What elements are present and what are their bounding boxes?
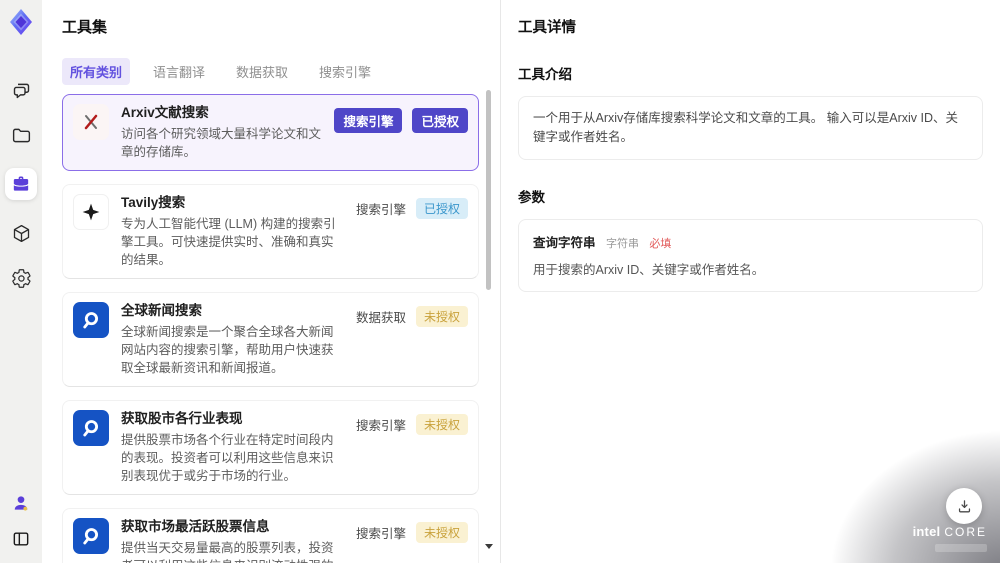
sidebar-bottom bbox=[9, 491, 33, 551]
param-box: 查询字符串 字符串 必填 用于搜索的Arxiv ID、关键字或作者姓名。 bbox=[518, 219, 983, 292]
category-badge: 搜索引擎 bbox=[355, 419, 406, 433]
param-required-badge: 必填 bbox=[649, 238, 672, 250]
category-tabs: 所有类别 语言翻译 数据获取 搜索引擎 bbox=[62, 58, 500, 85]
sidebar-nav bbox=[5, 78, 37, 290]
folder-icon[interactable] bbox=[9, 123, 33, 147]
sidebar bbox=[0, 0, 42, 563]
auth-status-badge: 未授权 bbox=[415, 522, 468, 543]
intro-text: 一个用于从Arxiv存储库搜索科学论文和文章的工具。 输入可以是Arxiv ID… bbox=[533, 111, 959, 144]
panel-toggle-icon[interactable] bbox=[9, 527, 33, 551]
cube-icon[interactable] bbox=[9, 221, 33, 245]
settings-gear-icon[interactable] bbox=[9, 266, 33, 290]
user-avatar-icon[interactable] bbox=[9, 491, 33, 515]
tool-description: 提供股票市场各个行业在特定时间段内的表现。投资者可以利用这些信息来识别表现优于或… bbox=[121, 433, 334, 483]
tool-icon bbox=[73, 104, 109, 140]
tool-name: Tavily搜索 bbox=[121, 195, 186, 210]
tool-icon bbox=[73, 410, 109, 446]
chat-icon[interactable] bbox=[9, 78, 33, 102]
category-tab[interactable]: 数据获取 bbox=[228, 58, 296, 85]
tool-list-panel: 工具集 所有类别 语言翻译 数据获取 搜索引擎 Arxiv文献搜索 访问各个研究领域大… bbox=[42, 0, 500, 563]
category-tab[interactable]: 搜索引擎 bbox=[311, 58, 379, 85]
tool-description: 访问各个研究领域大量科学论文和文章的存储库。 bbox=[121, 127, 322, 159]
category-tab[interactable]: 语言翻译 bbox=[145, 58, 213, 85]
toolbox-icon[interactable] bbox=[5, 168, 37, 200]
tool-card[interactable]: Tavily搜索 专为人工智能代理 (LLM) 构建的搜索引擎工具。可快速提供实… bbox=[62, 184, 479, 279]
tool-icon bbox=[73, 518, 109, 554]
tool-icon bbox=[73, 302, 109, 338]
intro-heading: 工具介绍 bbox=[518, 67, 572, 82]
intel-core-logo: intel core bbox=[913, 523, 987, 552]
details-title: 工具详情 bbox=[518, 20, 576, 36]
scrollbar[interactable] bbox=[485, 86, 493, 557]
tool-card[interactable]: 全球新闻搜索 全球新闻搜索是一个聚合全球各大新闻网站内容的搜索引擎，帮助用户快速… bbox=[62, 292, 479, 387]
tool-description: 全球新闻搜索是一个聚合全球各大新闻网站内容的搜索引擎，帮助用户快速获取全球最新资… bbox=[121, 325, 334, 375]
param-desc: 用于搜索的Arxiv ID、关键字或作者姓名。 bbox=[533, 263, 765, 277]
scroll-down-icon[interactable] bbox=[485, 544, 493, 549]
category-badge: 搜索引擎 bbox=[334, 108, 403, 133]
tool-description: 专为人工智能代理 (LLM) 构建的搜索引擎工具。可快速提供实时、准确和真实的结… bbox=[121, 217, 336, 267]
param-header: 查询字符串 字符串 必填 bbox=[533, 232, 968, 252]
category-badge: 数据获取 bbox=[355, 311, 406, 325]
core-wordmark: core bbox=[944, 525, 987, 539]
app-window: 工具集 所有类别 语言翻译 数据获取 搜索引擎 Arxiv文献搜索 访问各个研究领域大… bbox=[0, 0, 1000, 563]
intel-wordmark: intel bbox=[912, 524, 941, 539]
tool-list: Arxiv文献搜索 访问各个研究领域大量科学论文和文章的存储库。 搜索引擎 已授… bbox=[62, 94, 479, 563]
intel-sub-badge bbox=[935, 544, 987, 552]
auth-status-badge: 未授权 bbox=[415, 306, 468, 327]
download-icon bbox=[956, 498, 973, 515]
download-button[interactable] bbox=[946, 488, 982, 524]
auth-status-badge: 已授权 bbox=[412, 108, 468, 133]
tool-name: 全球新闻搜索 bbox=[121, 303, 202, 318]
category-tab[interactable]: 所有类别 bbox=[62, 58, 131, 85]
auth-status-badge: 未授权 bbox=[415, 414, 468, 435]
tool-card[interactable]: Arxiv文献搜索 访问各个研究领域大量科学论文和文章的存储库。 搜索引擎 已授… bbox=[62, 94, 479, 171]
params-heading: 参数 bbox=[518, 190, 545, 205]
tool-icon bbox=[73, 194, 109, 230]
tool-card[interactable]: 获取股市各行业表现 提供股票市场各个行业在特定时间段内的表现。投资者可以利用这些… bbox=[62, 400, 479, 495]
scrollbar-thumb[interactable] bbox=[486, 90, 491, 290]
param-name: 查询字符串 bbox=[533, 236, 596, 250]
param-type: 字符串 bbox=[605, 238, 639, 250]
auth-status-badge: 已授权 bbox=[415, 198, 468, 219]
intro-box: 一个用于从Arxiv存储库搜索科学论文和文章的工具。 输入可以是Arxiv ID… bbox=[518, 96, 983, 160]
page-title: 工具集 bbox=[62, 19, 108, 36]
app-logo-icon bbox=[7, 8, 35, 36]
tool-details-panel: 工具详情 工具介绍 一个用于从Arxiv存储库搜索科学论文和文章的工具。 输入可… bbox=[500, 0, 1000, 563]
tool-name: 获取市场最活跃股票信息 bbox=[121, 519, 270, 534]
tool-description: 提供当天交易量最高的股票列表，投资者可以利用这些信息来识别流动性强的股票和潜在的… bbox=[121, 541, 334, 563]
tool-card[interactable]: 获取市场最活跃股票信息 提供当天交易量最高的股票列表，投资者可以利用这些信息来识… bbox=[62, 508, 479, 563]
tool-name: Arxiv文献搜索 bbox=[121, 105, 209, 120]
category-badge: 搜索引擎 bbox=[355, 203, 406, 217]
category-badge: 搜索引擎 bbox=[355, 527, 406, 541]
tool-name: 获取股市各行业表现 bbox=[121, 411, 243, 426]
